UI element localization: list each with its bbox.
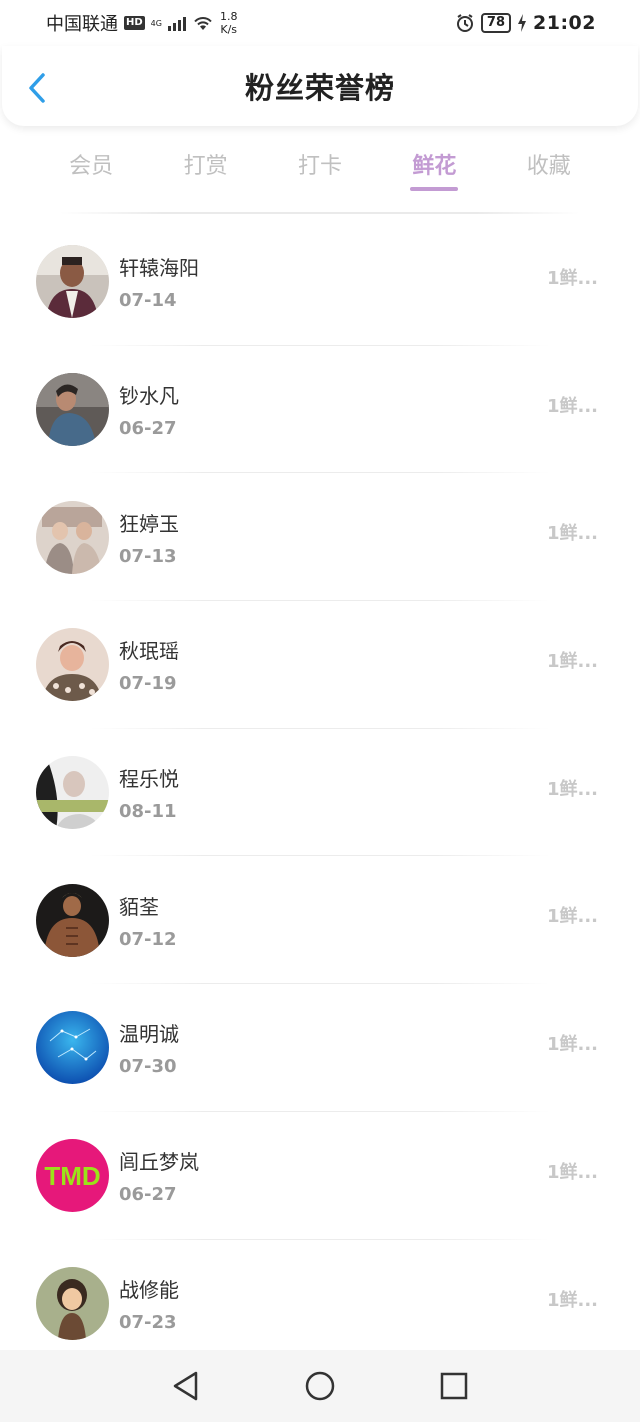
avatar[interactable] [36, 245, 109, 319]
list-item[interactable]: 钞水凡 06-27 1鲜... [0, 346, 640, 474]
gift-count: 1鲜... [546, 1289, 598, 1311]
gift-count: 1鲜... [546, 1034, 598, 1056]
item-info: 貊荃 07-12 [119, 891, 177, 950]
item-info: 温明诚 07-30 [119, 1018, 179, 1077]
gift-count: 1鲜... [546, 906, 598, 928]
recents-square-icon [440, 1372, 468, 1400]
item-info: 战修能 07-23 [119, 1274, 179, 1333]
tab-reward[interactable]: 打赏 [170, 140, 242, 196]
speed-value: 1.8 [219, 10, 238, 23]
wifi-icon [194, 17, 212, 30]
gift-count: 1鲜... [546, 395, 598, 417]
gift-count: 1鲜... [546, 1161, 598, 1183]
fan-name: 貊荃 [119, 894, 159, 919]
network-speed: 1.8 K/s [220, 10, 238, 36]
network-type: 4G [151, 19, 162, 28]
list-item[interactable]: 貊荃 07-12 1鲜... [0, 856, 640, 984]
status-bar: 中国联通 HD 4G 1.8 K/s 78 21:02 [0, 0, 640, 46]
back-button[interactable] [22, 70, 52, 106]
avatar[interactable] [36, 1011, 109, 1085]
fan-name: 狂婷玉 [119, 511, 179, 536]
nav-home-button[interactable] [300, 1366, 340, 1406]
list-item[interactable]: 狂婷玉 07-13 1鲜... [0, 473, 640, 601]
avatar[interactable] [36, 628, 109, 702]
avatar[interactable] [36, 373, 109, 447]
fan-name: 轩辕海阳 [119, 256, 199, 281]
fan-list: 轩辕海阳 07-14 1鲜... 钞水凡 06-27 1鲜... 狂婷玉 07-… [0, 218, 640, 1367]
avatar[interactable] [36, 1266, 109, 1340]
item-info: 闾丘梦岚 06-27 [119, 1146, 199, 1205]
fan-name: 闾丘梦岚 [119, 1150, 199, 1175]
list-item[interactable]: 战修能 07-23 1鲜... [0, 1240, 640, 1368]
fan-date: 07-13 [119, 545, 177, 567]
network-label: 4G [150, 18, 162, 28]
chevron-left-icon [29, 73, 45, 103]
list-item[interactable]: TMD 闾丘梦岚 06-27 1鲜... [0, 1112, 640, 1240]
fan-name: 程乐悦 [119, 767, 179, 792]
system-nav-bar [0, 1350, 640, 1422]
fan-name: 钞水凡 [119, 384, 179, 409]
signal-icon [167, 15, 186, 31]
fan-name: 秋珉瑶 [119, 639, 179, 664]
tabs-divider [60, 212, 580, 214]
list-item[interactable]: 秋珉瑶 07-19 1鲜... [0, 601, 640, 729]
gift-count: 1鲜... [546, 523, 598, 545]
avatar[interactable] [36, 756, 109, 830]
avatar[interactable] [36, 883, 109, 957]
nav-back-button[interactable] [166, 1366, 206, 1406]
fan-name: 战修能 [119, 1277, 179, 1302]
tab-checkin[interactable]: 打卡 [284, 140, 356, 196]
fan-date: 07-23 [119, 1311, 177, 1333]
list-item[interactable]: 轩辕海阳 07-14 1鲜... [0, 218, 640, 346]
nav-recents-button[interactable] [434, 1366, 474, 1406]
fan-date: 07-19 [119, 673, 177, 695]
app-header: 粉丝荣誉榜 [2, 46, 638, 126]
hd-badge: HD [124, 16, 145, 30]
list-item[interactable]: 程乐悦 08-11 1鲜... [0, 729, 640, 857]
fan-date: 07-12 [119, 928, 177, 950]
fan-name: 温明诚 [119, 1022, 179, 1047]
back-triangle-icon [173, 1371, 198, 1401]
gift-count: 1鲜... [546, 268, 598, 289]
item-info: 程乐悦 08-11 [119, 763, 179, 822]
clock: 21:02 [533, 12, 596, 34]
avatar-logo-text: TMD [44, 1161, 100, 1191]
item-info: 狂婷玉 07-13 [119, 508, 179, 567]
avatar[interactable]: TMD [36, 1139, 109, 1213]
gift-count: 1鲜... [546, 778, 598, 800]
page-title: 粉丝荣誉榜 [244, 71, 395, 105]
fan-date: 08-11 [119, 801, 177, 823]
tab-member[interactable]: 会员 [55, 140, 127, 196]
battery-indicator: 78 [480, 13, 512, 33]
tab-favorites[interactable]: 收藏 [513, 140, 585, 196]
fan-date: 06-27 [119, 1184, 177, 1206]
carrier-name: 中国联通 [46, 14, 118, 35]
item-info: 轩辕海阳 07-14 [119, 252, 199, 311]
speed-unit: K/s [220, 23, 238, 36]
alarm-icon [456, 14, 473, 32]
status-right: 78 21:02 [455, 12, 596, 34]
fan-date: 06-27 [119, 418, 177, 440]
item-info: 钞水凡 06-27 [119, 380, 179, 439]
charging-icon [518, 14, 527, 32]
tab-bar: 会员 打赏 打卡 鲜花 收藏 [0, 140, 640, 196]
list-item[interactable]: 温明诚 07-30 1鲜... [0, 984, 640, 1112]
item-info: 秋珉瑶 07-19 [119, 635, 179, 694]
fan-date: 07-14 [119, 290, 177, 312]
avatar[interactable] [36, 500, 109, 574]
fan-date: 07-30 [119, 1056, 177, 1078]
status-left: 中国联通 HD 4G 1.8 K/s [46, 10, 237, 36]
tab-flowers[interactable]: 鲜花 [398, 140, 470, 196]
gift-count: 1鲜... [546, 651, 598, 673]
home-circle-icon [305, 1371, 335, 1401]
